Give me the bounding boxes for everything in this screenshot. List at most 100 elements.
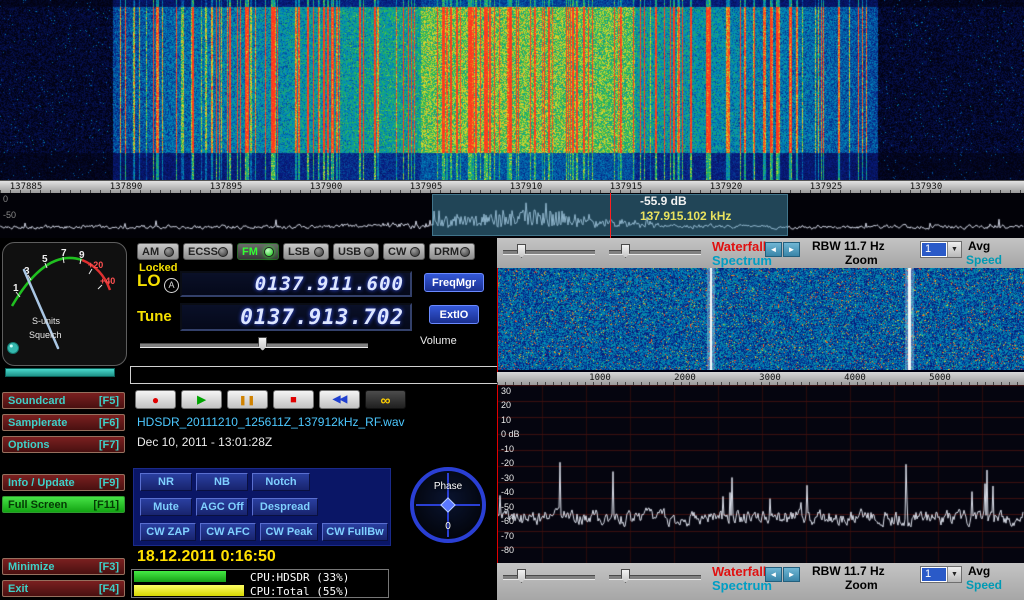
loop-icon: ∞: [381, 392, 391, 408]
freq-scale-label: 137910: [510, 182, 543, 192]
waterfall-control-strip-bottom: Waterfall Spectrum ◄ ► RBW 11.7 Hz Zoom …: [497, 563, 1024, 600]
nb-button[interactable]: NB: [196, 473, 248, 491]
squelch-label[interactable]: Squelch: [29, 330, 62, 340]
extio-button[interactable]: ExtIO: [429, 305, 479, 324]
zoom-scale-label: 3000: [759, 373, 781, 383]
record-button[interactable]: ●: [135, 390, 176, 409]
s-meter-scale-plus20: +20: [88, 260, 103, 270]
button-hotkey: [F7]: [99, 439, 119, 451]
soundcard-button[interactable]: Soundcard[F5]: [2, 392, 125, 409]
db-axis-label: -60: [501, 517, 514, 526]
volume-slider[interactable]: [140, 336, 368, 352]
lo-frequency-display[interactable]: 0137.911.600: [180, 271, 412, 297]
slider-thumb[interactable]: [621, 569, 630, 583]
samplerate-button[interactable]: Samplerate[F6]: [2, 414, 125, 431]
cpu-hdsdr-bar: [134, 571, 226, 582]
avg-dropdown[interactable]: 1 ▼: [920, 566, 962, 583]
dropdown-arrow-icon[interactable]: ▼: [947, 567, 961, 582]
zoom-in-button[interactable]: ►: [783, 567, 800, 582]
despread-button[interactable]: Despread: [252, 498, 318, 516]
rewind-button[interactable]: ◀◀: [319, 390, 360, 409]
squelch-knob[interactable]: [8, 343, 19, 354]
loop-button[interactable]: ∞: [365, 390, 406, 409]
lock-badge[interactable]: A: [164, 278, 179, 293]
slider-thumb[interactable]: [258, 337, 267, 351]
button-label: Soundcard: [8, 395, 65, 407]
agc-button[interactable]: AGC Off: [196, 498, 248, 516]
main-waterfall-canvas[interactable]: [0, 0, 1024, 180]
cw-afc-button[interactable]: CW AFC: [200, 523, 256, 541]
zoom-waterfall[interactable]: [497, 268, 1024, 372]
phase-dial[interactable]: Phase 0: [410, 467, 486, 543]
minimize-button[interactable]: Minimize[F3]: [2, 558, 125, 575]
mode-label: LSB: [288, 246, 310, 258]
mode-button-cw[interactable]: CW: [383, 243, 425, 260]
cw-zap-button[interactable]: CW ZAP: [140, 523, 196, 541]
mode-label: USB: [338, 246, 361, 258]
record-icon: ●: [152, 393, 159, 407]
speed-label: Speed: [966, 253, 1002, 267]
options-button[interactable]: Options[F7]: [2, 436, 125, 453]
avg-dropdown[interactable]: 1 ▼: [920, 241, 962, 258]
cpu-total-bar: [134, 585, 244, 596]
phase-marker: [440, 497, 456, 513]
slider-thumb[interactable]: [517, 244, 526, 258]
db-axis-label: -70: [501, 532, 514, 541]
freqmgr-button[interactable]: FreqMgr: [424, 273, 484, 292]
full-screen-button[interactable]: Full Screen[F11]: [2, 496, 125, 513]
nr-button[interactable]: NR: [140, 473, 192, 491]
info-update-button[interactable]: Info / Update[F9]: [2, 474, 125, 491]
s-units-label: S-units: [32, 316, 61, 326]
zoom-out-button[interactable]: ◄: [765, 567, 782, 582]
mute-button[interactable]: Mute: [140, 498, 192, 516]
zoom-in-button[interactable]: ►: [783, 242, 800, 257]
contrast-slider-top[interactable]: [609, 243, 701, 259]
avg-label: Avg: [968, 239, 990, 253]
mode-button-fm[interactable]: FM: [237, 243, 279, 260]
mode-led: [264, 247, 274, 257]
notch-button[interactable]: Notch: [252, 473, 310, 491]
zoom-out-button[interactable]: ◄: [765, 242, 782, 257]
tune-frequency-display[interactable]: 0137.913.702: [180, 303, 412, 331]
s-meter-scale-5: 5: [42, 254, 48, 265]
slider-thumb[interactable]: [621, 244, 630, 258]
avg-label: Avg: [968, 564, 990, 578]
mode-label: DRM: [434, 246, 459, 258]
contrast-slider-bottom[interactable]: [609, 568, 701, 584]
mode-button-lsb[interactable]: LSB: [283, 243, 329, 260]
button-label: Minimize: [8, 561, 54, 573]
right-panel: Waterfall Spectrum ◄ ► RBW 11.7 Hz Zoom …: [497, 238, 1024, 600]
brightness-slider-top[interactable]: [503, 243, 595, 259]
freq-scale-label: 137905: [410, 182, 443, 192]
zoom-spectrum[interactable]: 30 20 10 0 dB -10 -20 -30 -40 -50 -60 -7…: [497, 385, 1024, 563]
cw-peak-button[interactable]: CW Peak: [260, 523, 318, 541]
db-axis-label: 20: [501, 401, 511, 410]
slider-thumb[interactable]: [517, 569, 526, 583]
mode-button-ecss[interactable]: ECSS: [183, 243, 233, 260]
dropdown-arrow-icon[interactable]: ▼: [947, 242, 961, 257]
zoom-waterfall-canvas[interactable]: [498, 268, 1024, 370]
avg-dropdown-value: 1: [922, 568, 946, 581]
exit-button[interactable]: Exit[F4]: [2, 580, 125, 597]
pause-button[interactable]: ❚❚: [227, 390, 268, 409]
zoom-spectrum-canvas[interactable]: [498, 385, 1024, 563]
db-readout: -55.9 dB: [640, 194, 731, 209]
play-button[interactable]: ▶: [181, 390, 222, 409]
output-level-box[interactable]: [130, 366, 498, 384]
brightness-slider-bottom[interactable]: [503, 568, 595, 584]
frequency-scale[interactable]: 137885 137890 137895 137900 137905 13791…: [0, 180, 1024, 193]
cw-fullbw-button[interactable]: CW FullBw: [322, 523, 388, 541]
zoom-frequency-scale[interactable]: 1000 2000 3000 4000 5000: [497, 372, 1024, 385]
main-spectrum[interactable]: 0 -50 -55.9 dB 137.915.102 kHz: [0, 193, 1024, 238]
button-hotkey: [F6]: [99, 417, 119, 429]
mode-button-am[interactable]: AM: [137, 243, 179, 260]
lo-label: LO: [137, 271, 161, 291]
mode-button-usb[interactable]: USB: [333, 243, 379, 260]
level-bar: [5, 368, 115, 377]
stop-button[interactable]: ■: [273, 390, 314, 409]
mode-label: ECSS: [188, 246, 218, 258]
freq-scale-label: 137890: [110, 182, 143, 192]
s-meter-scale-7: 7: [61, 248, 67, 259]
mode-button-drm[interactable]: DRM: [429, 243, 475, 260]
zoom-scale-label: 4000: [844, 373, 866, 383]
